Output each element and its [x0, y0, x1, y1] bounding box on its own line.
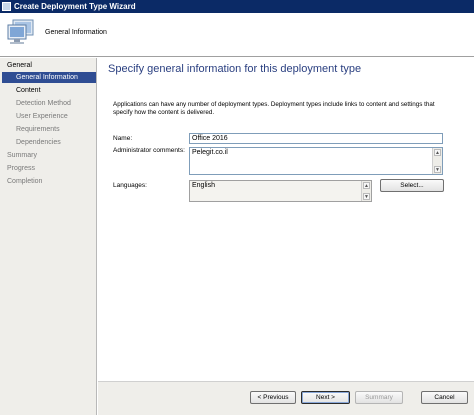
app-icon [2, 2, 11, 11]
cancel-button[interactable]: Cancel [421, 391, 468, 404]
summary-button[interactable]: Summary [355, 391, 403, 404]
comments-value: Pelegit.co.il [192, 149, 228, 156]
nav-item-detection-method[interactable]: Detection Method [16, 98, 71, 109]
name-input[interactable]: Office 2016 [189, 133, 443, 144]
header-subtitle: General Information [45, 29, 107, 36]
previous-button[interactable]: < Previous [250, 391, 296, 404]
nav-item-general-information[interactable]: General Information [2, 72, 96, 83]
comments-textarea[interactable]: Pelegit.co.il ▲ ▼ [189, 147, 443, 175]
languages-value: English [192, 182, 215, 189]
languages-scrollbar[interactable]: ▲ ▼ [361, 181, 371, 201]
description-text: Applications can have any number of depl… [113, 101, 435, 116]
nav-item-progress[interactable]: Progress [7, 163, 35, 174]
comments-scrollbar[interactable]: ▲ ▼ [432, 148, 442, 174]
scroll-down-icon[interactable]: ▼ [434, 166, 441, 173]
wizard-footer: < Previous Next > Summary Cancel [98, 381, 474, 415]
wizard-content: Specify general information for this dep… [98, 58, 474, 381]
nav-item-dependencies[interactable]: Dependencies [16, 137, 61, 148]
select-languages-button[interactable]: Select... [380, 179, 444, 192]
scroll-up-icon[interactable]: ▲ [434, 149, 441, 156]
nav-item-content[interactable]: Content [16, 85, 41, 96]
nav-item-summary[interactable]: Summary [7, 150, 37, 161]
computer-icon [7, 18, 35, 46]
comments-label: Administrator comments: [113, 147, 185, 154]
nav-item-user-experience[interactable]: User Experience [16, 111, 68, 122]
scroll-up-icon[interactable]: ▲ [363, 182, 370, 189]
name-label: Name: [113, 135, 133, 142]
languages-list[interactable]: English ▲ ▼ [189, 180, 372, 202]
nav-item-general[interactable]: General [7, 60, 32, 71]
nav-item-requirements[interactable]: Requirements [16, 124, 60, 135]
wizard-header: General Information [0, 13, 474, 57]
page-heading: Specify general information for this dep… [108, 63, 362, 75]
window-title: Create Deployment Type Wizard [14, 2, 136, 11]
title-bar: Create Deployment Type Wizard [0, 0, 474, 13]
next-button[interactable]: Next > [301, 391, 350, 404]
wizard-nav: General General Information Content Dete… [0, 58, 97, 415]
languages-label: Languages: [113, 182, 147, 189]
nav-item-completion[interactable]: Completion [7, 176, 42, 187]
scroll-down-icon[interactable]: ▼ [363, 193, 370, 200]
